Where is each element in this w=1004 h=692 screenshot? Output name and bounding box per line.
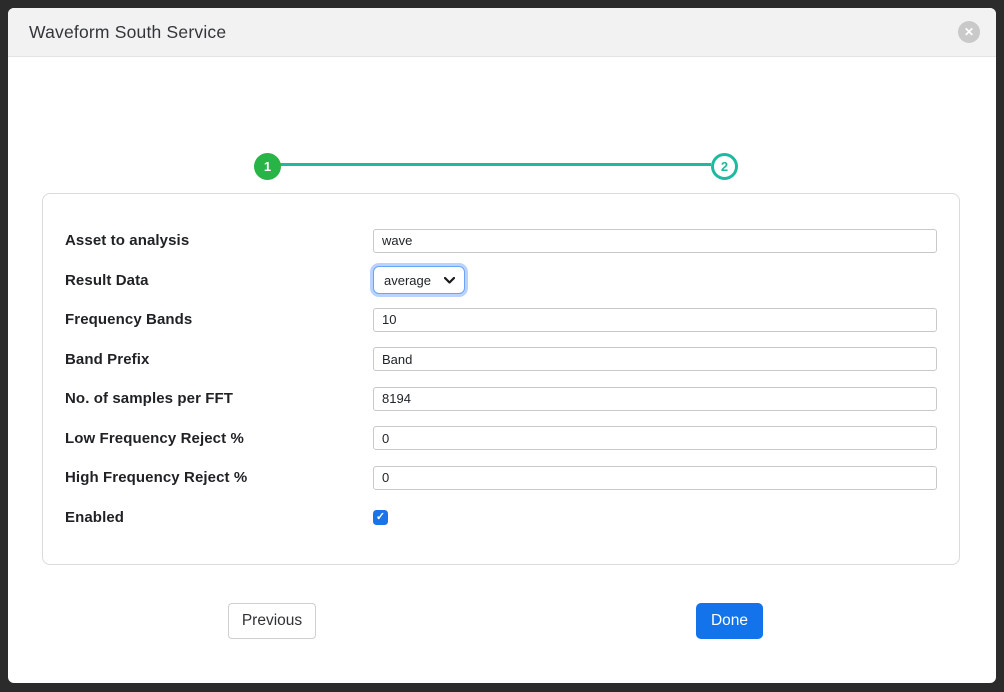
form-row-result-data: Result Data average [65, 261, 937, 301]
result-data-select[interactable]: average [373, 266, 465, 294]
result-data-label: Result Data [65, 272, 373, 289]
previous-button[interactable]: Previous [228, 603, 316, 639]
step-1-number: 1 [264, 159, 271, 174]
form-row-frequency-bands: Frequency Bands [65, 300, 937, 340]
high-frequency-reject-input[interactable] [373, 466, 937, 490]
form-row-band-prefix: Band Prefix [65, 340, 937, 380]
wizard-stepper: 1 2 Plugin Name Review Configuration [8, 57, 996, 167]
high-frequency-reject-label: High Frequency Reject % [65, 469, 373, 486]
band-prefix-input[interactable] [373, 347, 937, 371]
waveform-south-service-dialog: Waveform South Service ✕ 1 2 Plugin Name… [8, 8, 996, 683]
dialog-header: Waveform South Service ✕ [8, 8, 996, 57]
enabled-label: Enabled [65, 509, 373, 526]
result-data-selected-value: average [384, 273, 431, 288]
stepper-connector-line [280, 163, 711, 166]
form-row-asset-to-analysis: Asset to analysis [65, 221, 937, 261]
close-icon: ✕ [964, 26, 974, 38]
samples-per-fft-input[interactable] [373, 387, 937, 411]
band-prefix-label: Band Prefix [65, 351, 373, 368]
frequency-bands-input[interactable] [373, 308, 937, 332]
form-row-samples-per-fft: No. of samples per FFT [65, 379, 937, 419]
enabled-checkbox[interactable]: ✓ [373, 510, 388, 525]
step-1-indicator[interactable]: 1 [254, 153, 281, 180]
low-frequency-reject-input[interactable] [373, 426, 937, 450]
form-row-high-frequency-reject: High Frequency Reject % [65, 458, 937, 498]
done-button[interactable]: Done [696, 603, 763, 639]
low-frequency-reject-label: Low Frequency Reject % [65, 430, 373, 447]
form-row-low-frequency-reject: Low Frequency Reject % [65, 419, 937, 459]
samples-per-fft-label: No. of samples per FFT [65, 390, 373, 407]
configuration-form-card: Asset to analysis Result Data average Fr… [42, 193, 960, 565]
frequency-bands-label: Frequency Bands [65, 311, 373, 328]
close-button[interactable]: ✕ [958, 21, 980, 43]
asset-to-analysis-label: Asset to analysis [65, 232, 373, 249]
chevron-down-icon [444, 277, 455, 284]
dialog-title: Waveform South Service [29, 22, 226, 43]
checkmark-icon: ✓ [376, 512, 385, 523]
step-2-indicator[interactable]: 2 [711, 153, 738, 180]
form-row-enabled: Enabled ✓ [65, 498, 937, 538]
step-2-number: 2 [721, 159, 728, 174]
asset-to-analysis-input[interactable] [373, 229, 937, 253]
